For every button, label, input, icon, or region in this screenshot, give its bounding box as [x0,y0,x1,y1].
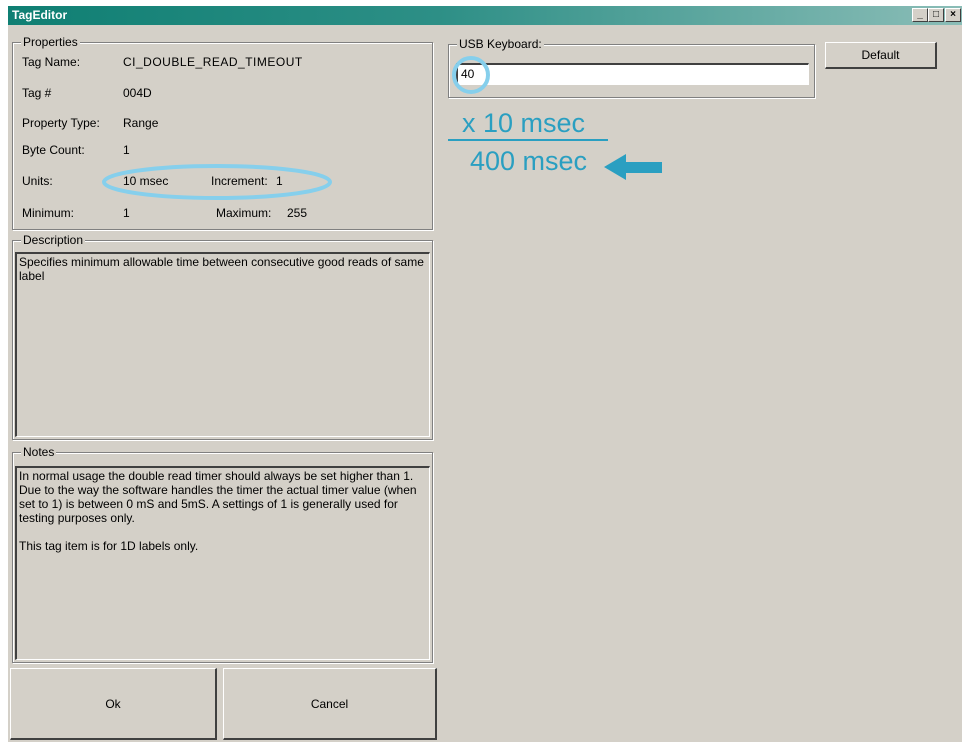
property-type-label: Property Type: [22,116,100,130]
byte-count-label: Byte Count: [22,143,85,157]
description-legend: Description [21,233,86,247]
maximum-label: Maximum: [216,206,272,220]
byte-count-value: 1 [123,143,130,157]
description-group: Description Specifies minimum allowable … [12,233,433,440]
ok-button[interactable]: Ok [10,668,217,740]
default-button[interactable]: Default [825,42,937,69]
notes-textbox[interactable]: In normal usage the double read timer sh… [15,466,430,660]
usb-keyboard-group: USB Keyboard: 40 [448,37,815,98]
notes-legend: Notes [21,445,57,459]
tag-num-value: 004D [123,86,152,100]
description-textbox[interactable]: Specifies minimum allowable time between… [15,252,430,437]
cancel-button[interactable]: Cancel [223,668,437,740]
description-text: Specifies minimum allowable time between… [19,255,428,283]
minimum-value: 1 [123,206,130,220]
property-type-value: Range [123,116,159,130]
annotation-multiplier: x 10 msec [462,108,586,138]
tag-editor-window: TagEditor _ □ × Properties Tag Name: CI_… [8,6,962,742]
properties-group: Properties Tag Name: CI_DOUBLE_READ_TIME… [12,35,433,230]
annotation-arrow-icon [604,154,662,180]
close-button[interactable]: × [945,8,961,22]
properties-legend: Properties [21,35,80,49]
usb-keyboard-input[interactable]: 40 [456,63,809,85]
minimize-button[interactable]: _ [912,8,928,22]
title-bar[interactable]: TagEditor _ □ × [8,6,962,25]
minimum-label: Minimum: [22,206,75,220]
tag-name-value: CI_DOUBLE_READ_TIMEOUT [123,55,303,69]
window-title: TagEditor [12,8,68,22]
maximum-value: 255 [287,206,308,220]
usb-keyboard-legend: USB Keyboard: [457,37,544,51]
annotation-result: 400 msec [470,146,588,176]
notes-group: Notes In normal usage the double read ti… [12,445,433,663]
tag-num-label: Tag # [22,86,52,100]
tag-name-label: Tag Name: [22,55,81,69]
annotation-divider [448,139,608,141]
maximize-button[interactable]: □ [928,8,944,22]
units-label: Units: [22,174,53,188]
notes-text: In normal usage the double read timer sh… [19,469,417,553]
units-highlight-ellipse [102,164,332,200]
input-highlight-circle [452,56,490,94]
